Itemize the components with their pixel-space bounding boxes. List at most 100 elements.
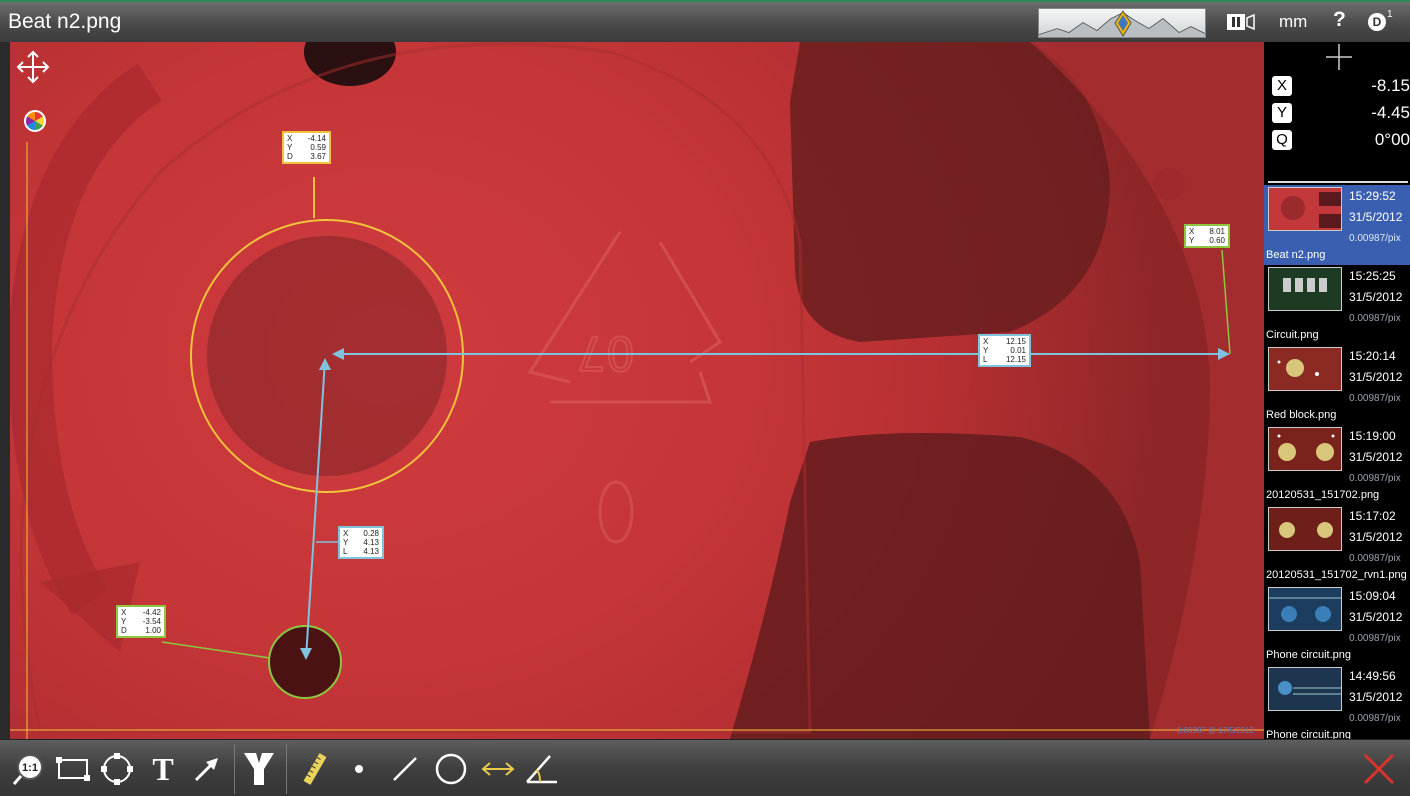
- gallery-date: 31/5/2012: [1349, 450, 1403, 464]
- tag-label: X: [287, 134, 293, 143]
- gallery-scale: 0.00987/pix: [1349, 313, 1401, 324]
- scale-stamp: 0.00987 @ 17/5/2012: [1176, 726, 1254, 735]
- tag-value: 0.59: [310, 143, 326, 152]
- tag-label: D: [287, 152, 293, 161]
- camera-index: 1: [1387, 9, 1393, 20]
- gallery-item[interactable]: 15:17:02 31/5/2012 0.00987/pix 20120531_…: [1264, 505, 1410, 585]
- tag-label: Y: [343, 538, 349, 547]
- camera-image: 07: [10, 42, 1264, 739]
- tag-label: D: [121, 626, 127, 635]
- tag-value: 0.01: [1010, 346, 1026, 355]
- readout-q: Q 0°00: [1268, 130, 1410, 152]
- y-filter-icon[interactable]: [240, 750, 278, 788]
- tag-value: -4.42: [142, 608, 161, 617]
- gallery-scale: 0.00987/pix: [1349, 553, 1401, 564]
- tag-label: Y: [121, 617, 127, 626]
- tag-value: 4.13: [363, 547, 379, 556]
- arrow-icon[interactable]: [188, 750, 226, 788]
- help-icon[interactable]: ?: [1333, 8, 1346, 32]
- tag-label: X: [121, 608, 127, 617]
- tag-label: L: [343, 547, 348, 556]
- freeze-frame-icon[interactable]: [1226, 11, 1256, 33]
- pan-icon[interactable]: [16, 50, 50, 84]
- gallery-name: Beat n2.png: [1266, 249, 1326, 261]
- toolbar-divider: [234, 744, 235, 794]
- gallery-item[interactable]: 15:19:00 31/5/2012 0.00987/pix 20120531_…: [1264, 425, 1410, 505]
- thumbnail-image: [1268, 587, 1342, 631]
- gallery-date: 31/5/2012: [1349, 610, 1403, 624]
- readout-y-key[interactable]: Y: [1272, 103, 1292, 123]
- gallery-date: 31/5/2012: [1349, 290, 1403, 304]
- tag-label: X: [983, 337, 989, 346]
- tag-value: 12.15: [1005, 337, 1026, 346]
- thumbnail-image: [1268, 267, 1342, 311]
- line-icon[interactable]: [388, 750, 422, 788]
- measure-tag-circle-small[interactable]: X -4.42 Y -3.54 D 1.00: [116, 605, 166, 638]
- tag-value: 8.01: [1209, 227, 1225, 236]
- gallery-item[interactable]: 15:25:25 31/5/2012 0.00987/pix Circuit.p…: [1264, 265, 1410, 345]
- angle-icon[interactable]: [522, 750, 562, 788]
- readout-x-value: -8.15: [1371, 76, 1410, 95]
- measure-tag-point-right[interactable]: X 8.01 Y 0.60: [1184, 224, 1230, 248]
- tag-value: 3.67: [310, 152, 326, 161]
- app-window: Beat n2.png mm ? D 1 07 X -4.14 Y 0.59 D…: [0, 0, 1410, 796]
- tag-value: 0.28: [363, 529, 379, 538]
- measure-tag-circle-large[interactable]: X -4.14 Y 0.59 D 3.67: [282, 131, 331, 164]
- readout-q-key[interactable]: Q: [1272, 130, 1292, 150]
- tag-label: X: [1189, 227, 1195, 236]
- thumbnail-image: [1268, 347, 1342, 391]
- gallery-date: 31/5/2012: [1349, 530, 1403, 544]
- measure-tag-distance-vertical[interactable]: X 0.28 Y 4.13 L 4.13: [338, 526, 384, 559]
- tag-label: Y: [287, 143, 293, 152]
- gallery-scale: 0.00987/pix: [1349, 633, 1401, 644]
- tag-label: L: [983, 355, 988, 364]
- gallery-name: Phone circuit.png: [1266, 649, 1351, 661]
- measure-tag-distance-horizontal[interactable]: X 12.15 Y 0.01 L 12.15: [978, 334, 1031, 367]
- tag-value: 4.13: [363, 538, 379, 547]
- readout-x: X -8.15: [1268, 76, 1410, 98]
- gallery-date: 31/5/2012: [1349, 210, 1403, 224]
- gallery-scale: 0.00987/pix: [1349, 233, 1401, 244]
- camera-icon[interactable]: D 1: [1368, 9, 1393, 33]
- color-wheel-icon[interactable]: [24, 110, 46, 132]
- gallery-item[interactable]: 15:29:52 31/5/2012 0.00987/pix Beat n2.p…: [1264, 185, 1410, 265]
- close-icon[interactable]: [1360, 750, 1398, 788]
- gallery-item[interactable]: 15:09:04 31/5/2012 0.00987/pix Phone cir…: [1264, 585, 1410, 665]
- zoom-icon[interactable]: 1:1: [10, 750, 48, 788]
- image-gallery: 15:29:52 31/5/2012 0.00987/pix Beat n2.p…: [1264, 185, 1410, 739]
- gallery-date: 31/5/2012: [1349, 690, 1403, 704]
- window-title: Beat n2.png: [8, 10, 122, 33]
- gallery-time: 15:09:04: [1349, 589, 1396, 603]
- gallery-time: 15:17:02: [1349, 509, 1396, 523]
- point-icon[interactable]: [344, 750, 374, 788]
- image-viewport[interactable]: 07 X -4.14 Y 0.59 D 3.67 X 8.01 Y 0.60 X…: [10, 42, 1264, 739]
- select-circle-icon[interactable]: [98, 750, 136, 788]
- gallery-item[interactable]: 14:49:56 31/5/2012 0.00987/pix Phone cir…: [1264, 665, 1410, 739]
- toolbar-divider: [286, 744, 287, 794]
- sidebar-divider: [1268, 181, 1408, 183]
- tag-label: Y: [1189, 236, 1195, 245]
- gallery-time: 14:49:56: [1349, 669, 1396, 683]
- sidebar: X -8.15 Y -4.45 Q 0°00 15:29:52 31/5/201…: [1264, 42, 1410, 739]
- readout-q-value: 0°00: [1374, 130, 1410, 149]
- gallery-name: Circuit.png: [1266, 329, 1319, 341]
- tag-label: Y: [983, 346, 989, 355]
- gallery-scale: 0.00987/pix: [1349, 713, 1401, 724]
- distance-icon[interactable]: [478, 750, 518, 788]
- logo-mountain-icon: [1038, 8, 1206, 38]
- readout-y-value: -4.45: [1371, 103, 1410, 122]
- gallery-item[interactable]: 15:20:14 31/5/2012 0.00987/pix Red block…: [1264, 345, 1410, 425]
- gallery-time: 15:19:00: [1349, 429, 1396, 443]
- crosshair-icon: [1326, 44, 1352, 70]
- select-rect-icon[interactable]: [54, 750, 92, 788]
- readout-x-key[interactable]: X: [1272, 76, 1292, 96]
- circle-icon[interactable]: [432, 750, 470, 788]
- units-selector[interactable]: mm: [1279, 12, 1307, 32]
- zoom-label: 1:1: [22, 762, 38, 774]
- text-icon[interactable]: T: [146, 750, 180, 788]
- gallery-time: 15:29:52: [1349, 189, 1396, 203]
- ruler-icon[interactable]: [298, 750, 332, 788]
- gallery-time: 15:20:14: [1349, 349, 1396, 363]
- title-bar: Beat n2.png mm ? D 1: [0, 0, 1410, 42]
- tag-value: 0.60: [1209, 236, 1225, 245]
